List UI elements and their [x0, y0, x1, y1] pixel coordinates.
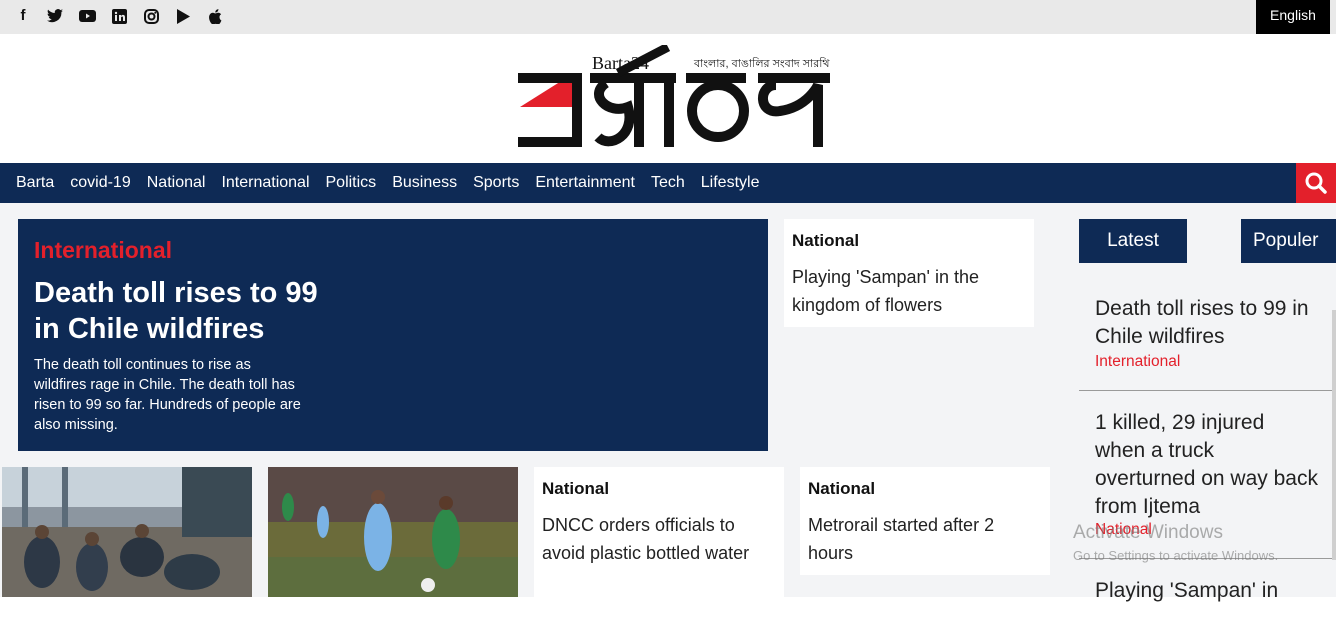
nav-items: Barta covid-19 National International Po…: [8, 163, 767, 203]
nav-item-business[interactable]: Business: [384, 163, 465, 203]
main-nav: Barta covid-19 National International Po…: [0, 163, 1336, 203]
search-button[interactable]: [1296, 163, 1336, 203]
nav-item-politics[interactable]: Politics: [318, 163, 385, 203]
search-icon: [1305, 172, 1327, 194]
social-links: f: [14, 6, 224, 26]
logo-tagline: বাংলার, বাঙালির সংবাদ সারথি: [694, 58, 830, 70]
news-card[interactable]: National Metrorail started after 2 hours: [800, 467, 1050, 575]
news-card[interactable]: National DNCC orders officials to avoid …: [534, 467, 784, 597]
apple-icon[interactable]: [206, 6, 224, 26]
hero-title[interactable]: Death toll rises to 99 in Chile wildfire…: [34, 275, 324, 347]
card-title[interactable]: Metrorail started after 2 hours: [808, 511, 1038, 567]
card-title[interactable]: DNCC orders officials to avoid plastic b…: [542, 511, 772, 567]
watermark-line-2: Go to Settings to activate Windows.: [1073, 548, 1279, 563]
nav-item-national[interactable]: National: [139, 163, 214, 203]
youtube-icon[interactable]: [78, 6, 96, 26]
news-photo-football[interactable]: [268, 467, 518, 597]
watermark-line-1: Activate Windows: [1073, 522, 1223, 543]
top-bar: f English: [0, 0, 1336, 34]
sidebar-scrollbar[interactable]: [1332, 310, 1336, 560]
card-category[interactable]: National: [792, 231, 859, 251]
nav-item-barta[interactable]: Barta: [8, 163, 62, 203]
card-category[interactable]: National: [808, 479, 875, 499]
hero-description: The death toll continues to rise as wild…: [34, 357, 301, 433]
list-item-title[interactable]: Death toll rises to 99 in Chile wildfire…: [1095, 295, 1320, 351]
facebook-icon[interactable]: f: [14, 6, 32, 26]
list-item-title[interactable]: Playing 'Sampan' in: [1095, 577, 1320, 605]
nav-item-international[interactable]: International: [213, 163, 317, 203]
instagram-icon[interactable]: [142, 6, 160, 26]
card-title[interactable]: Playing 'Sampan' in the kingdom of flowe…: [792, 263, 1022, 319]
list-item[interactable]: Playing 'Sampan' in: [1079, 577, 1332, 617]
twitter-icon[interactable]: [46, 6, 64, 26]
linkedin-icon[interactable]: [110, 6, 128, 26]
language-button[interactable]: English: [1256, 0, 1330, 34]
tab-populer[interactable]: Populer: [1241, 219, 1336, 263]
tab-latest[interactable]: Latest: [1079, 219, 1187, 263]
hero-category[interactable]: International: [34, 237, 172, 264]
nav-item-sports[interactable]: Sports: [465, 163, 527, 203]
list-item-title[interactable]: 1 killed, 29 injured when a truck overtu…: [1095, 409, 1320, 521]
news-photo-detainees[interactable]: [2, 467, 252, 597]
google-play-icon[interactable]: [174, 6, 192, 26]
nav-item-entertainment[interactable]: Entertainment: [527, 163, 643, 203]
nav-item-tech[interactable]: Tech: [643, 163, 693, 203]
activation-watermark: Activate Windows Go to Settings to activ…: [1073, 522, 1278, 563]
nav-item-lifestyle[interactable]: Lifestyle: [693, 163, 768, 203]
list-item[interactable]: Death toll rises to 99 in Chile wildfire…: [1079, 295, 1332, 391]
nav-item-covid[interactable]: covid-19: [62, 163, 138, 203]
news-card[interactable]: National Playing 'Sampan' in the kingdom…: [784, 219, 1034, 327]
site-logo[interactable]: Barta24 বাংলার, বাঙালির সংবাদ সারথি: [518, 43, 833, 155]
logo-latin-text: Barta24: [592, 53, 649, 73]
card-category[interactable]: National: [542, 479, 609, 499]
list-item-category[interactable]: International: [1095, 353, 1180, 371]
hero-story[interactable]: International Death toll rises to 99 in …: [18, 219, 768, 451]
